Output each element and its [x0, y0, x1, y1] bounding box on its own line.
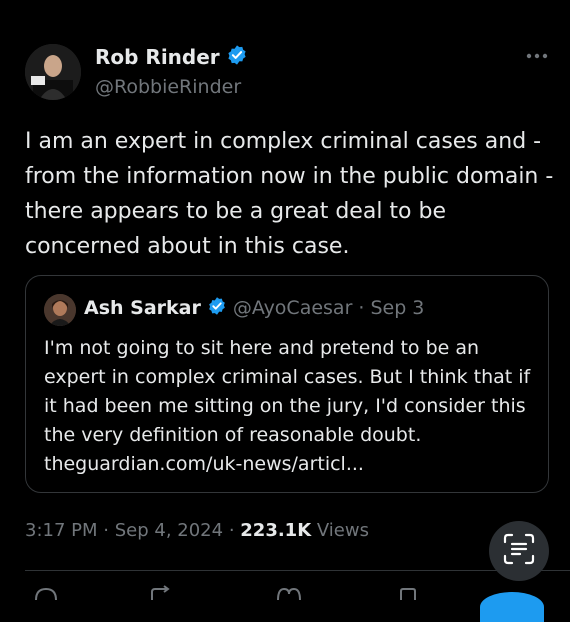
tweet-meta-row: 3:17 PM · Sep 4, 2024 · 223.1K Views [25, 520, 369, 541]
views-count: 223.1K [240, 520, 312, 541]
bookmark-icon[interactable] [398, 585, 418, 604]
like-icon[interactable] [275, 585, 303, 604]
verified-badge-icon [207, 296, 227, 320]
tweet-date[interactable]: Sep 4, 2024 [115, 520, 223, 541]
tweet-text: I am an expert in complex criminal cases… [25, 129, 554, 259]
compose-button[interactable] [480, 592, 544, 622]
quoted-author-avatar[interactable] [44, 294, 76, 326]
author-avatar[interactable] [25, 44, 81, 100]
quoted-tweet-text: I'm not going to sit here and pretend to… [44, 337, 531, 475]
reply-icon[interactable] [33, 585, 59, 604]
author-name-row[interactable]: Rob Rinder [95, 44, 248, 70]
quoted-header: Ash Sarkar @AyoCaesar · Sep 3 [84, 296, 424, 320]
views-label: Views [316, 520, 369, 541]
divider [25, 570, 570, 571]
quoted-author-handle[interactable]: @AyoCaesar [233, 297, 353, 319]
dot-separator: · [103, 520, 115, 541]
quoted-author-name[interactable]: Ash Sarkar [84, 297, 201, 319]
more-horizontal-icon[interactable] [524, 48, 550, 64]
dot-separator: · [228, 520, 241, 541]
quoted-date[interactable]: Sep 3 [370, 297, 424, 319]
dot-separator: · [358, 297, 365, 319]
retweet-icon[interactable] [148, 585, 178, 604]
author-handle[interactable]: @RobbieRinder [95, 76, 241, 98]
verified-badge-icon [226, 44, 248, 70]
text-scan-icon [502, 532, 536, 570]
quoted-tweet-card[interactable]: Ash Sarkar @AyoCaesar · Sep 3 I'm not go… [25, 275, 549, 493]
text-scan-button[interactable] [489, 521, 549, 581]
tweet-time[interactable]: 3:17 PM [25, 520, 98, 541]
author-display-name[interactable]: Rob Rinder [95, 45, 220, 69]
